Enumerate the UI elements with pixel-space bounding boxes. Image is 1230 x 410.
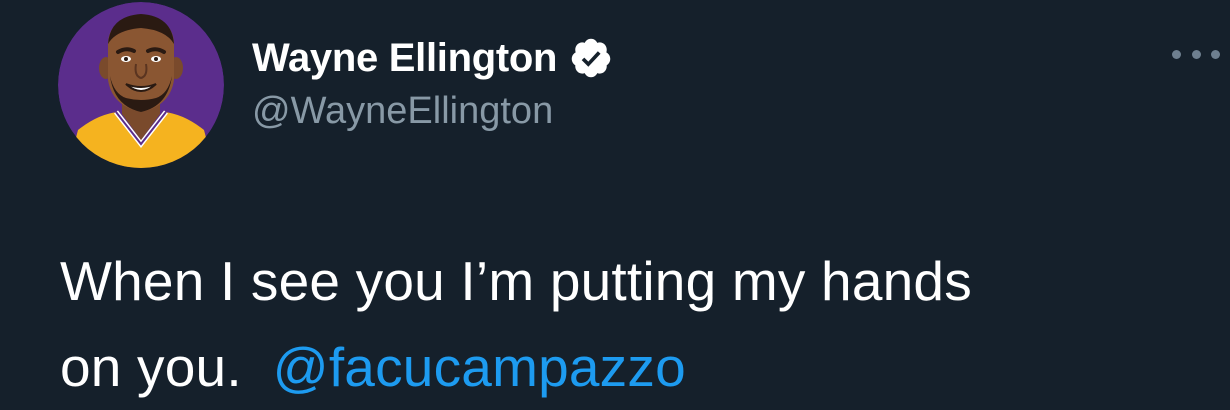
tweet-card: Wayne Ellington @WayneEllington When I s… [0,0,1230,410]
dot [1172,49,1181,59]
author-handle[interactable]: @WayneEllington [252,90,553,133]
mention-link[interactable]: @facucampazzo [273,336,686,398]
author-display-name[interactable]: Wayne Ellington [252,36,557,81]
tweet-text-line-1: When I see you I’m putting my hands [60,250,972,312]
dot [1211,49,1220,59]
avatar-illustration [58,2,224,168]
author-name-row: Wayne Ellington [252,28,613,88]
tweet-text-line-2: on you. @facucampazzo [60,324,1210,410]
author-avatar[interactable] [58,2,224,168]
ellipsis-icon[interactable] [1172,42,1220,66]
dot [1191,49,1201,59]
verified-badge-icon [569,36,613,80]
tweet-text: When I see you I’m putting my hands on y… [60,238,1210,410]
tweet-text-line-2-text: on you. [60,336,242,398]
